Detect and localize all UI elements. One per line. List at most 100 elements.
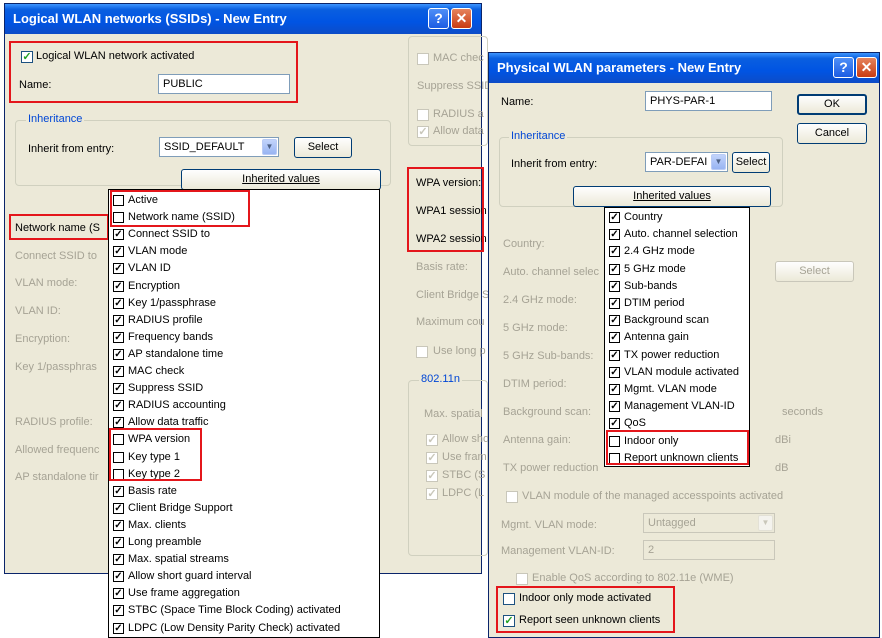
popup2-item-label: Antenna gain	[624, 331, 689, 344]
select-button-3[interactable]: Select	[775, 261, 854, 282]
popup1-item-label: MAC check	[128, 365, 185, 377]
label-dtim: DTIM period:	[503, 378, 567, 390]
popup1-item-label: Suppress SSID	[128, 382, 204, 395]
inherited-values-button[interactable]: Inherited values	[181, 169, 381, 190]
inherit-from-select[interactable]: SSID_DEFAULT ▼	[159, 137, 279, 157]
max-spatial-label: Max. spatial	[424, 408, 483, 420]
close-icon[interactable]: ✕	[451, 8, 472, 29]
checkmark-icon[interactable]: ✓	[609, 298, 620, 309]
enable-qos-checkbox[interactable]	[516, 573, 528, 585]
checkmark-icon[interactable]: ✓	[113, 366, 124, 377]
label-antenna-gain: Antenna gain:	[503, 434, 571, 446]
chevron-down-icon[interactable]: ▼	[262, 139, 277, 155]
name-field-2[interactable]: PHYS-PAR-1	[645, 91, 772, 111]
suppress-ssid-label: Suppress SSID	[417, 80, 493, 92]
popup2-item-label: DTIM period	[624, 297, 685, 309]
unit-seconds: seconds	[782, 406, 823, 418]
popup1-item-label: STBC (Space Time Block Coding) activated	[128, 604, 341, 617]
checkmark-icon[interactable]: ✓	[113, 554, 124, 566]
inherited-values-list-1[interactable]: Active Network name (SSID) ✓ Connect SSID t…	[108, 189, 380, 638]
label-tx-power: TX power reduction	[503, 462, 599, 474]
inheritance-label: Inheritance	[26, 113, 85, 125]
popup2-item-label: Sub-bands	[624, 279, 678, 292]
checkmark-icon[interactable]: ✓	[113, 571, 124, 583]
checkmark-icon[interactable]: ✓	[609, 366, 620, 378]
help-icon[interactable]: ?	[428, 8, 449, 29]
checkmark-icon[interactable]: ✓	[113, 537, 124, 548]
inherited-values-list-2[interactable]: ✓ Country ✓ Auto. channel selection ✓ 2.4 GHz…	[604, 207, 750, 467]
allow-data-checkbox[interactable]: ✓	[417, 126, 429, 138]
allow-sgi-checkbox[interactable]: ✓	[426, 434, 438, 446]
checkmark-icon[interactable]: ✓	[113, 280, 124, 292]
popup1-item-label: AP standalone time	[128, 347, 224, 360]
chevron-down-icon[interactable]: ▼	[711, 154, 726, 170]
checkmark-icon[interactable]: ✓	[113, 263, 124, 275]
checkmark-icon[interactable]: ✓	[113, 229, 124, 241]
checkmark-icon[interactable]: ✓	[113, 519, 124, 531]
checkmark-icon[interactable]: ✓	[609, 349, 620, 361]
checkmark-icon[interactable]: ✓	[113, 331, 124, 343]
checkmark-icon[interactable]: ✓	[113, 383, 124, 395]
inherited-values-button-2[interactable]: Inherited values	[573, 186, 771, 207]
select-button[interactable]: Select	[294, 137, 352, 158]
popup2-item-label: Mgmt. VLAN mode	[624, 383, 717, 395]
checkmark-icon[interactable]: ✓	[609, 212, 620, 223]
checkmark-icon[interactable]: ✓	[609, 418, 620, 430]
checkmark-icon[interactable]: ✓	[609, 229, 620, 241]
mgmt-vlan-mode-select[interactable]: Untagged ▼	[643, 513, 775, 533]
popup2-item-label: Country	[624, 211, 663, 223]
popup1-item-label: Use frame aggregation	[128, 587, 240, 600]
field-label-allowed-freq: Allowed frequenc	[15, 444, 100, 456]
checkmark-icon[interactable]: ✓	[113, 348, 124, 360]
checkmark-icon[interactable]: ✓	[609, 263, 620, 275]
inherit-from-label-2: Inherit from entry:	[511, 158, 598, 170]
use-frame-checkbox[interactable]: ✓	[426, 452, 438, 464]
ok-button[interactable]: OK	[797, 94, 867, 115]
field-label-vlan-mode: VLAN mode:	[15, 277, 78, 289]
inherit-from-select-2[interactable]: PAR-DEFAI ▼	[645, 152, 728, 172]
close-icon[interactable]: ✕	[856, 57, 877, 78]
popup2-item-label: 2.4 GHz mode	[624, 245, 695, 258]
chevron-down-icon[interactable]: ▼	[758, 515, 773, 531]
checkmark-icon[interactable]: ✓	[113, 502, 124, 514]
mac-check-checkbox[interactable]	[417, 53, 429, 65]
ldpc-checkbox[interactable]: ✓	[426, 488, 438, 500]
highlight-popup1-top	[110, 190, 250, 227]
checkmark-icon[interactable]: ✓	[113, 485, 124, 497]
cancel-button[interactable]: Cancel	[797, 123, 867, 144]
dialog2-titlebar[interactable]: Physical WLAN parameters - New Entry ? ✕	[489, 53, 879, 83]
checkmark-icon[interactable]: ✓	[113, 588, 124, 600]
radius-accounting-checkbox[interactable]	[417, 109, 429, 121]
checkmark-icon[interactable]: ✓	[113, 400, 124, 412]
checkmark-icon[interactable]: ✓	[609, 401, 620, 413]
checkmark-icon[interactable]: ✓	[609, 384, 620, 395]
highlight-popup1-wpa	[109, 428, 202, 481]
popup1-item-label: Encryption	[128, 279, 180, 292]
dialog-title: Logical WLAN networks (SSIDs) - New Entr…	[13, 11, 287, 26]
checkmark-icon[interactable]: ✓	[113, 246, 124, 258]
checkmark-icon[interactable]: ✓	[609, 246, 620, 258]
allow-data-label: Allow data	[433, 125, 484, 137]
select-button-2[interactable]: Select	[732, 152, 770, 173]
checkmark-icon[interactable]: ✓	[609, 280, 620, 292]
checkmark-icon[interactable]: ✓	[113, 622, 124, 634]
mgmt-vlan-id-field[interactable]: 2	[643, 540, 775, 560]
dialog2-title: Physical WLAN parameters - New Entry	[497, 60, 742, 75]
stbc-checkbox[interactable]: ✓	[426, 470, 438, 482]
checkmark-icon[interactable]: ✓	[113, 297, 124, 309]
checkmark-icon[interactable]: ✓	[113, 417, 124, 429]
long-preamble-checkbox[interactable]	[416, 346, 428, 358]
long-preamble-label: Use long p	[433, 345, 486, 357]
mgmt-vlan-mode-value: Untagged	[648, 517, 696, 529]
popup1-item-label: Connect SSID to	[128, 228, 210, 241]
label-5ghz-mode: 5 GHz mode:	[503, 322, 568, 334]
mgmt-vlan-mode-label: Mgmt. VLAN mode:	[501, 519, 597, 531]
vlan-module-checkbox[interactable]	[506, 491, 518, 503]
field-label-encryption: Encryption:	[15, 333, 71, 345]
checkmark-icon[interactable]: ✓	[609, 332, 620, 344]
checkmark-icon[interactable]: ✓	[113, 314, 124, 326]
checkmark-icon[interactable]: ✓	[113, 605, 124, 617]
help-icon[interactable]: ?	[833, 57, 854, 78]
dialog-titlebar[interactable]: Logical WLAN networks (SSIDs) - New Entr…	[5, 4, 481, 34]
checkmark-icon[interactable]: ✓	[609, 315, 620, 327]
